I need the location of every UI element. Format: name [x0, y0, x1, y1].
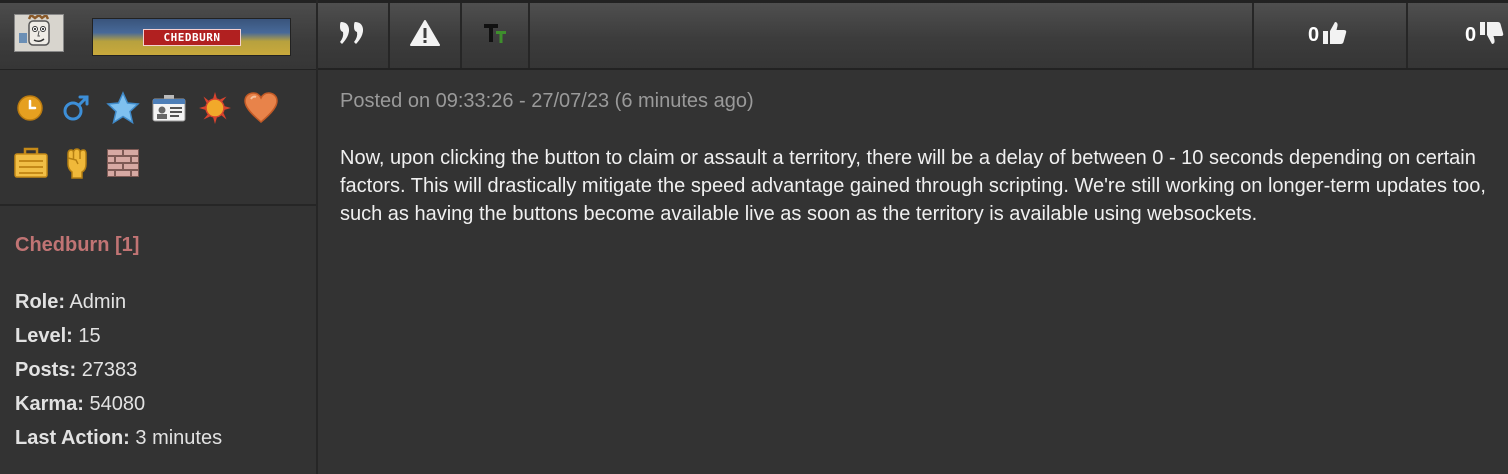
stat-value: 15 [78, 325, 101, 347]
post-body: Now, upon clicking the button to claim o… [340, 147, 1486, 225]
briefcase-icon[interactable] [14, 146, 48, 178]
thumbs-up-icon [1322, 20, 1348, 52]
stat-level: Level: 15 [15, 319, 305, 353]
stat-value: 3 minutes [135, 427, 223, 449]
stat-value: 54080 [89, 393, 146, 415]
post-content: Posted on 09:33:26 - 27/07/23 (6 minutes… [340, 86, 1508, 228]
like-count: 0 [1308, 24, 1320, 46]
post-panel: 0 0 Posted on 09:33:26 - 27/07/23 (6 min… [318, 0, 1508, 474]
warning-icon [410, 19, 440, 52]
user-icons [0, 70, 316, 206]
clock-icon[interactable] [14, 92, 46, 124]
text-tt-icon [482, 21, 508, 50]
fist-icon[interactable] [60, 146, 92, 179]
toolbar-divider [1252, 3, 1254, 68]
stat-karma: Karma: 54080 [15, 387, 305, 421]
id-card-icon[interactable] [152, 92, 186, 124]
report-button[interactable] [390, 3, 462, 68]
forum-post: CHEDBURN Chedburn [1] Role: Admin Level:… [0, 0, 1508, 474]
toolbar-divider [1406, 3, 1408, 68]
heart-icon[interactable] [244, 91, 278, 123]
stat-role: Role: Admin [15, 285, 305, 319]
brick-wall-icon[interactable] [106, 148, 139, 180]
thumbs-down-icon [1479, 20, 1505, 52]
translate-button[interactable] [462, 3, 530, 68]
stat-label: Karma: [15, 393, 84, 415]
stat-value: 27383 [81, 359, 138, 381]
post-toolbar: 0 0 [318, 0, 1508, 70]
dislike-count: 0 [1465, 24, 1477, 46]
dislike-button[interactable]: 0 [1465, 3, 1505, 68]
user-stats: Role: Admin Level: 15 Posts: 27383 Karma… [15, 285, 305, 455]
stat-label: Posts: [15, 359, 77, 381]
post-timestamp: Posted on 09:33:26 - 27/07/23 (6 minutes… [340, 90, 754, 112]
stat-label: Role: [15, 291, 65, 313]
stat-posts: Posts: 27383 [15, 353, 305, 387]
male-icon[interactable] [60, 92, 92, 124]
quote-button[interactable] [318, 3, 390, 68]
quote-icon [338, 20, 368, 51]
user-banner[interactable]: CHEDBURN [92, 18, 291, 56]
stat-last-action: Last Action: 3 minutes [15, 421, 305, 455]
avatar[interactable] [14, 13, 64, 52]
user-info: Chedburn [1] Role: Admin Level: 15 Posts… [15, 230, 305, 455]
like-button[interactable]: 0 [1308, 3, 1348, 68]
stat-value: Admin [69, 291, 127, 313]
stat-label: Level: [15, 325, 73, 347]
username-link[interactable]: Chedburn [1] [15, 230, 305, 260]
user-header: CHEDBURN [0, 0, 316, 70]
sun-icon[interactable] [198, 91, 231, 124]
banner-text: CHEDBURN [143, 29, 241, 46]
user-panel: CHEDBURN Chedburn [1] Role: Admin Level:… [0, 0, 318, 474]
star-icon[interactable] [106, 91, 140, 125]
stat-label: Last Action: [15, 427, 130, 449]
